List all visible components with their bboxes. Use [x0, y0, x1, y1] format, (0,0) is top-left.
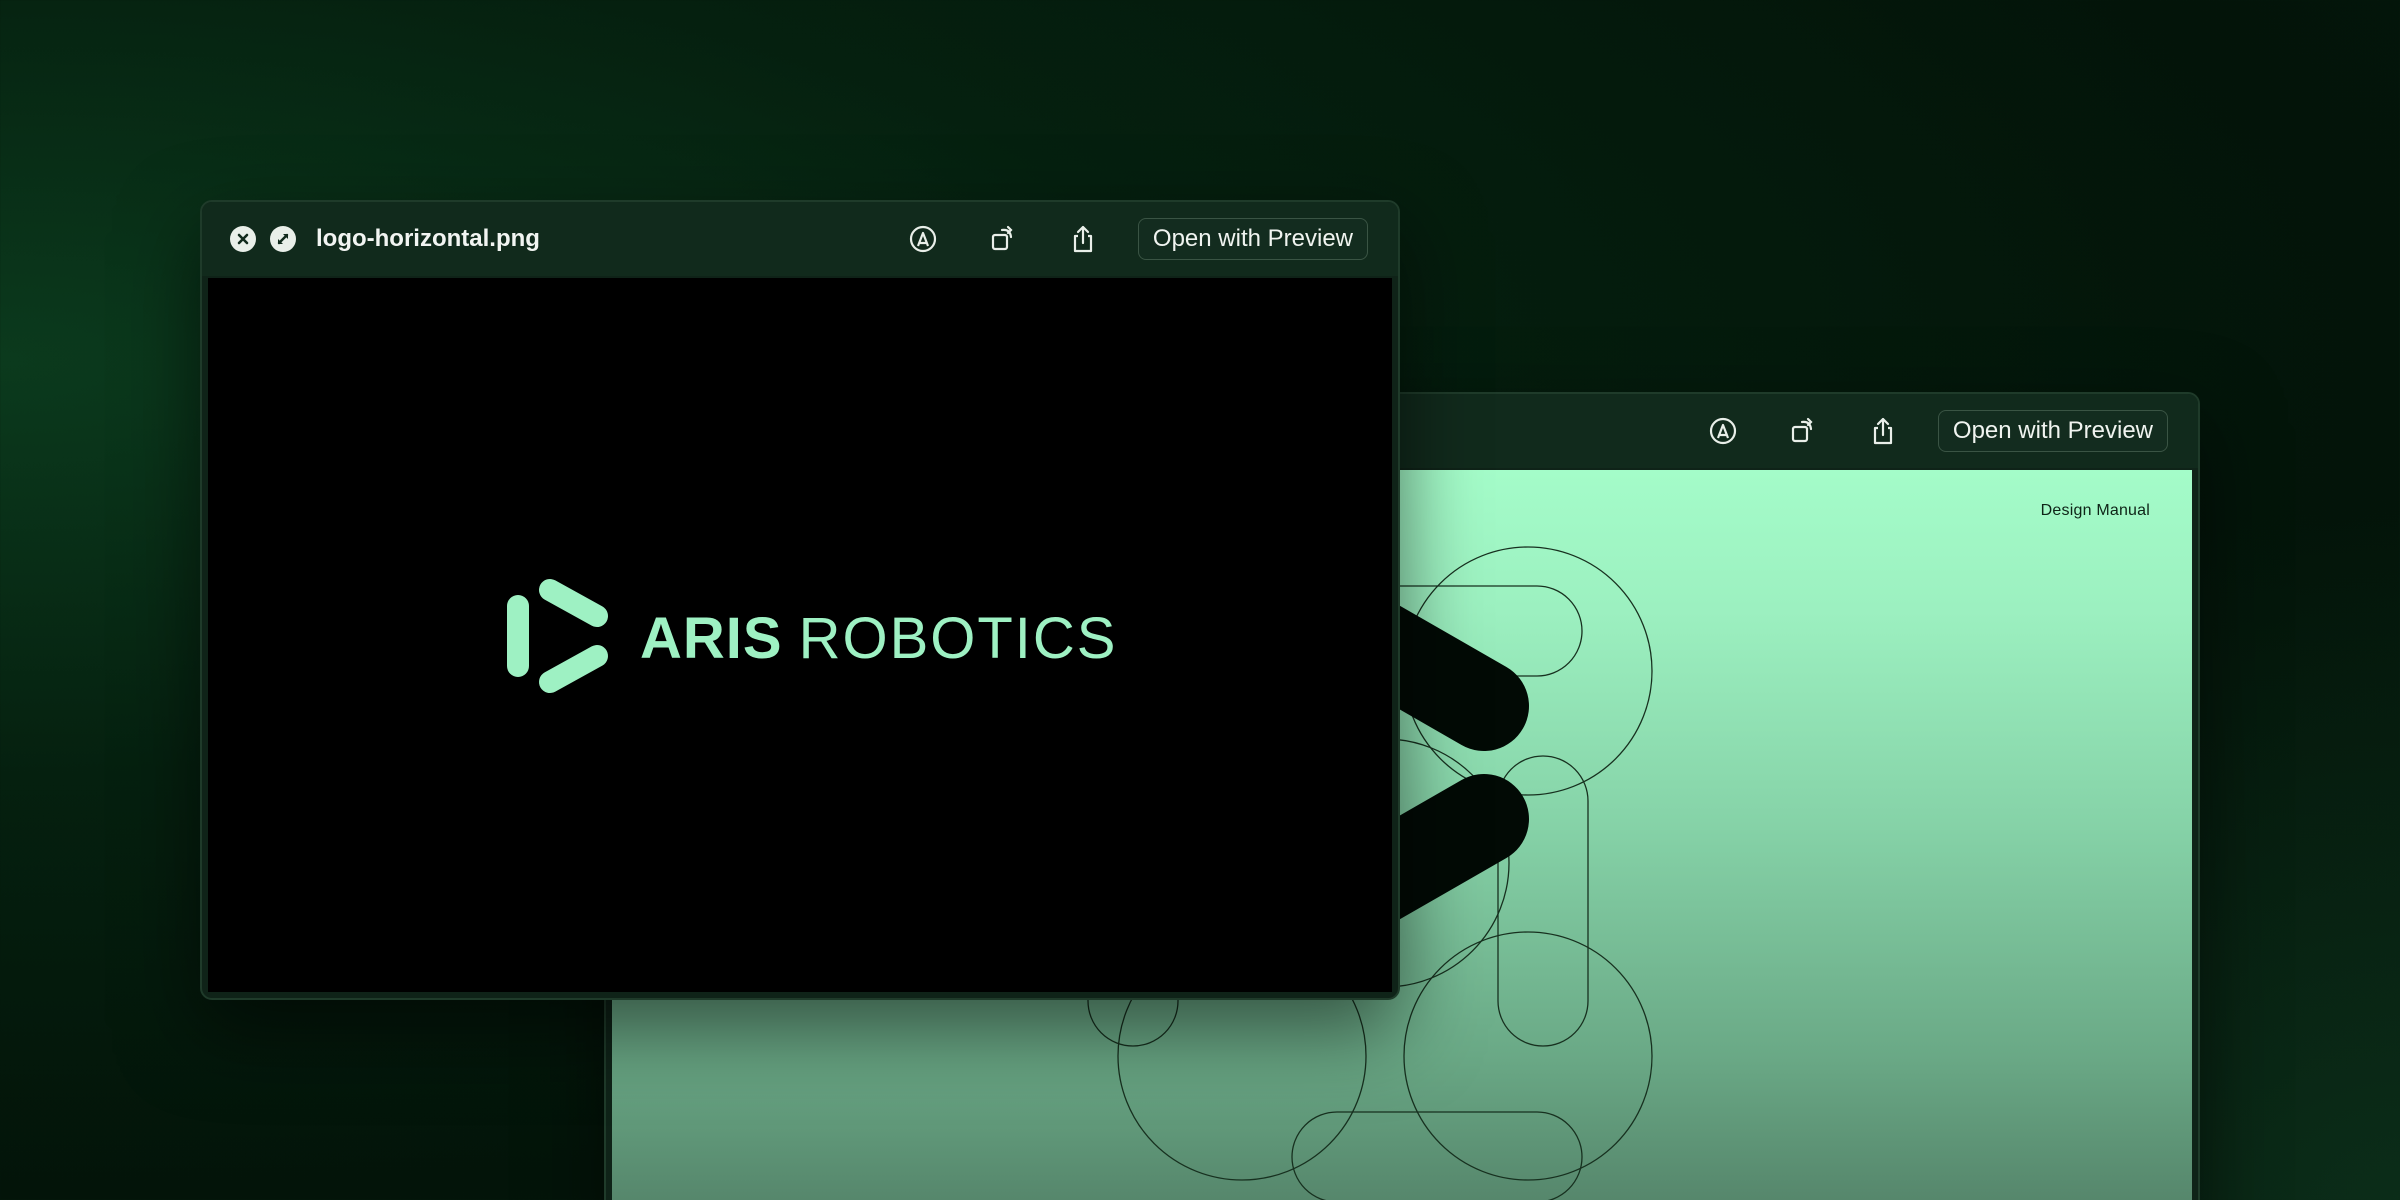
share-icon[interactable]	[1058, 214, 1108, 264]
construction-capsule	[1291, 1111, 1583, 1200]
window-titlebar: logo-horizontal.png Open with Preview	[202, 202, 1398, 276]
wordmark-aris: ARIS	[640, 605, 783, 671]
wordmark-robotics: ROBOTICS	[798, 605, 1118, 671]
rotate-icon[interactable]	[1778, 406, 1828, 456]
markup-icon[interactable]	[1698, 406, 1748, 456]
quicklook-window-logo: logo-horizontal.png Open with Preview AR…	[200, 200, 1400, 1000]
close-icon[interactable]	[230, 226, 256, 252]
aris-robotics-logo: ARIS ROBOTICS	[504, 578, 1118, 698]
share-icon[interactable]	[1858, 406, 1908, 456]
open-with-preview-button[interactable]: Open with Preview	[1937, 410, 2168, 452]
logo-mark-icon	[507, 579, 608, 693]
open-with-preview-button[interactable]: Open with Preview	[1137, 218, 1368, 260]
fullscreen-icon[interactable]	[270, 226, 296, 252]
markup-icon[interactable]	[898, 214, 948, 264]
construction-circle	[1403, 931, 1653, 1181]
logo-wordmark: ARIS ROBOTICS	[640, 605, 1118, 672]
image-preview: ARIS ROBOTICS	[208, 278, 1392, 992]
window-title-filename: logo-horizontal.png	[316, 225, 540, 252]
rotate-icon[interactable]	[978, 214, 1028, 264]
